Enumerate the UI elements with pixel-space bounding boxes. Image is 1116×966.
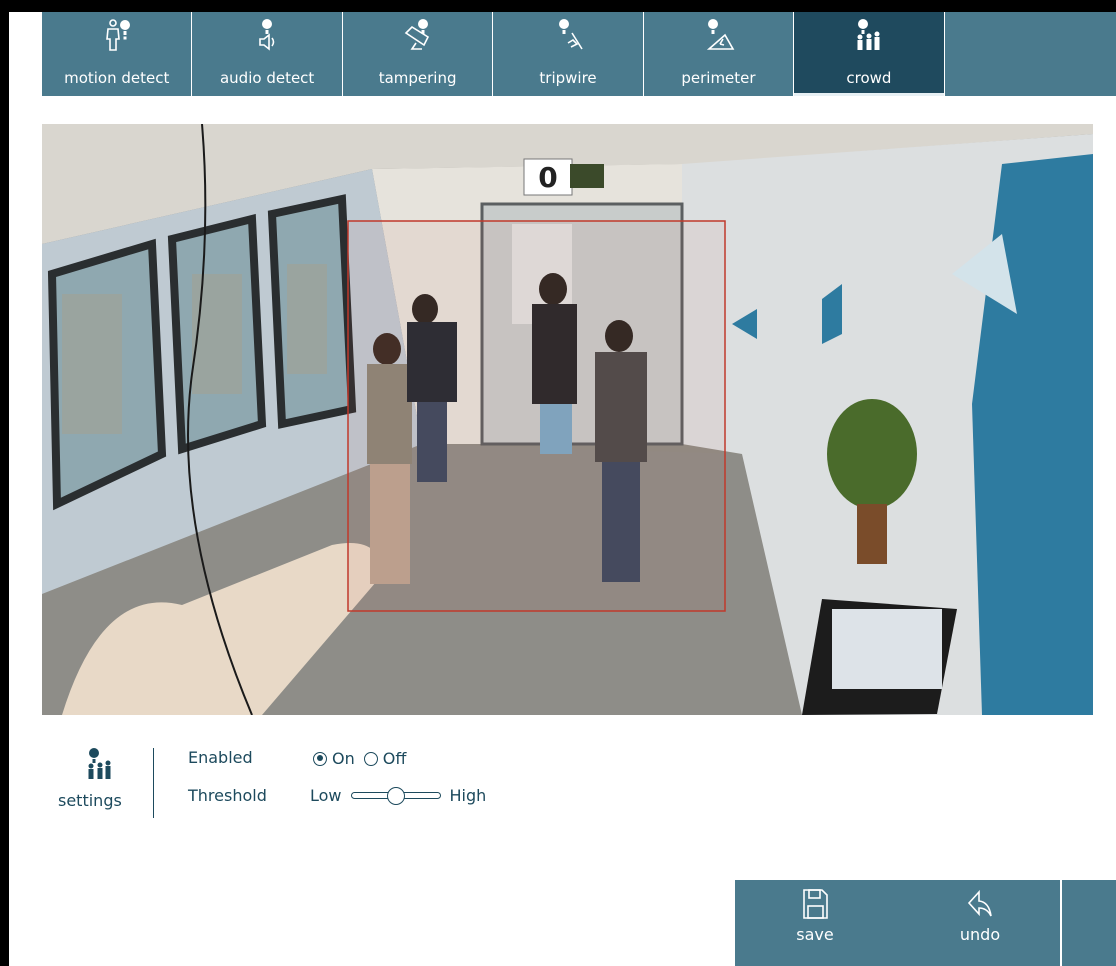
tab-label: audio detect: [219, 69, 315, 87]
crowd-settings-icon: [88, 748, 111, 779]
undo-icon: [967, 889, 992, 917]
threshold-label: Threshold: [188, 786, 267, 805]
tab-label: motion detect: [64, 69, 170, 87]
tab-crowd[interactable]: crowd: [794, 12, 945, 96]
camera-view[interactable]: 0: [42, 124, 1093, 715]
crowd-icon: [857, 19, 880, 50]
save-button[interactable]: save: [735, 880, 895, 966]
enabled-off-label[interactable]: Off: [383, 749, 407, 768]
tripwire-icon: [559, 19, 583, 50]
enabled-on-radio[interactable]: [313, 751, 327, 766]
threshold-slider[interactable]: [350, 786, 441, 805]
settings-divider: [153, 748, 154, 818]
enabled-label: Enabled: [188, 748, 253, 767]
tab-tripwire[interactable]: tripwire: [493, 12, 643, 96]
undo-button[interactable]: undo: [900, 880, 1060, 966]
settings-label: settings: [58, 791, 122, 810]
action-bar-divider: [1060, 880, 1062, 966]
window-left-border: [0, 0, 9, 966]
tab-bar-filler: [944, 12, 1116, 96]
tab-tampering[interactable]: tampering: [342, 12, 493, 96]
people-counter: 0: [538, 161, 557, 194]
save-icon: [803, 889, 828, 919]
audio-detect-icon: [259, 19, 275, 51]
tab-motion-detect[interactable]: motion detect: [42, 12, 192, 96]
action-bar: save undo: [735, 880, 1116, 966]
tab-perimeter[interactable]: perimeter: [643, 12, 794, 96]
perimeter-icon: [706, 19, 735, 50]
enabled-on-label[interactable]: On: [332, 749, 355, 768]
tab-label: tampering: [378, 69, 457, 87]
tab-label: perimeter: [681, 69, 756, 87]
enabled-radio-group: On Off: [313, 749, 415, 768]
threshold-high-label: High: [449, 786, 487, 805]
window-top-border: [0, 0, 1116, 12]
undo-label: undo: [959, 925, 1001, 944]
detection-tab-bar: motion detect audio detect tampering tri…: [42, 12, 1116, 96]
crowd-zone-outline[interactable]: [347, 220, 726, 612]
save-label: save: [796, 925, 834, 944]
threshold-slider-thumb[interactable]: [386, 786, 405, 805]
threshold-row: Low High: [310, 786, 486, 805]
enabled-off-radio[interactable]: [363, 751, 378, 766]
tab-audio-detect[interactable]: audio detect: [192, 12, 342, 96]
tab-label: crowd: [846, 69, 892, 87]
tab-label: tripwire: [539, 69, 597, 87]
tampering-icon: [404, 19, 429, 50]
threshold-low-label: Low: [310, 786, 342, 805]
camera-frame-image: 0: [42, 124, 1093, 715]
motion-detect-icon: [106, 19, 130, 51]
